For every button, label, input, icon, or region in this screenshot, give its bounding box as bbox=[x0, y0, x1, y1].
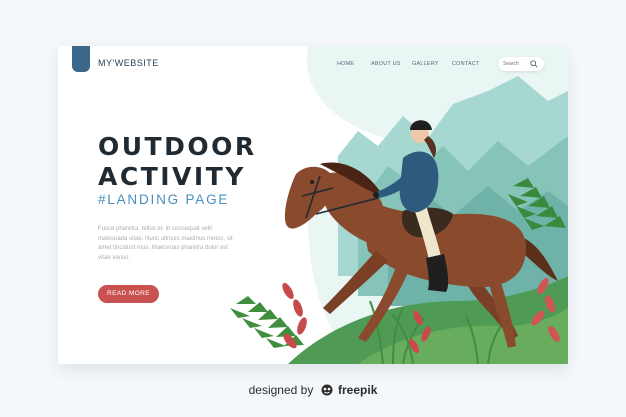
hero-title: OUTDOOR ACTIVITY bbox=[98, 132, 257, 192]
hero-title-line-1: OUTDOOR bbox=[98, 132, 257, 161]
footer-credit: designed by freepik bbox=[0, 383, 626, 397]
rider-boot bbox=[426, 254, 449, 292]
nav-gallery[interactable]: GALLERY bbox=[412, 61, 439, 67]
freepik-logo-icon bbox=[321, 384, 333, 396]
credit-prefix: designed by bbox=[248, 383, 314, 397]
nav-about-us[interactable]: ABOUT US bbox=[371, 61, 401, 67]
read-more-button[interactable]: READ MORE bbox=[98, 285, 159, 303]
search-input[interactable] bbox=[503, 60, 529, 68]
nav-contact[interactable]: CONTACT bbox=[452, 61, 480, 67]
hero-title-line-2: ACTIVITY bbox=[98, 162, 246, 191]
nav-home[interactable]: HOME bbox=[337, 61, 354, 67]
search-icon[interactable] bbox=[530, 60, 538, 68]
credit-brand[interactable]: freepik bbox=[338, 383, 377, 397]
landing-page-card: MY'WEBSITE HOME ABOUT US GALLERY CONTACT… bbox=[58, 46, 568, 364]
main-nav: HOME ABOUT US GALLERY CONTACT bbox=[58, 61, 568, 73]
hero-subtitle: #LANDING PAGE bbox=[98, 192, 230, 207]
hero-body-text: Fusce pharetra, tellus et, in consequat … bbox=[98, 226, 233, 261]
search-box[interactable] bbox=[498, 57, 544, 71]
